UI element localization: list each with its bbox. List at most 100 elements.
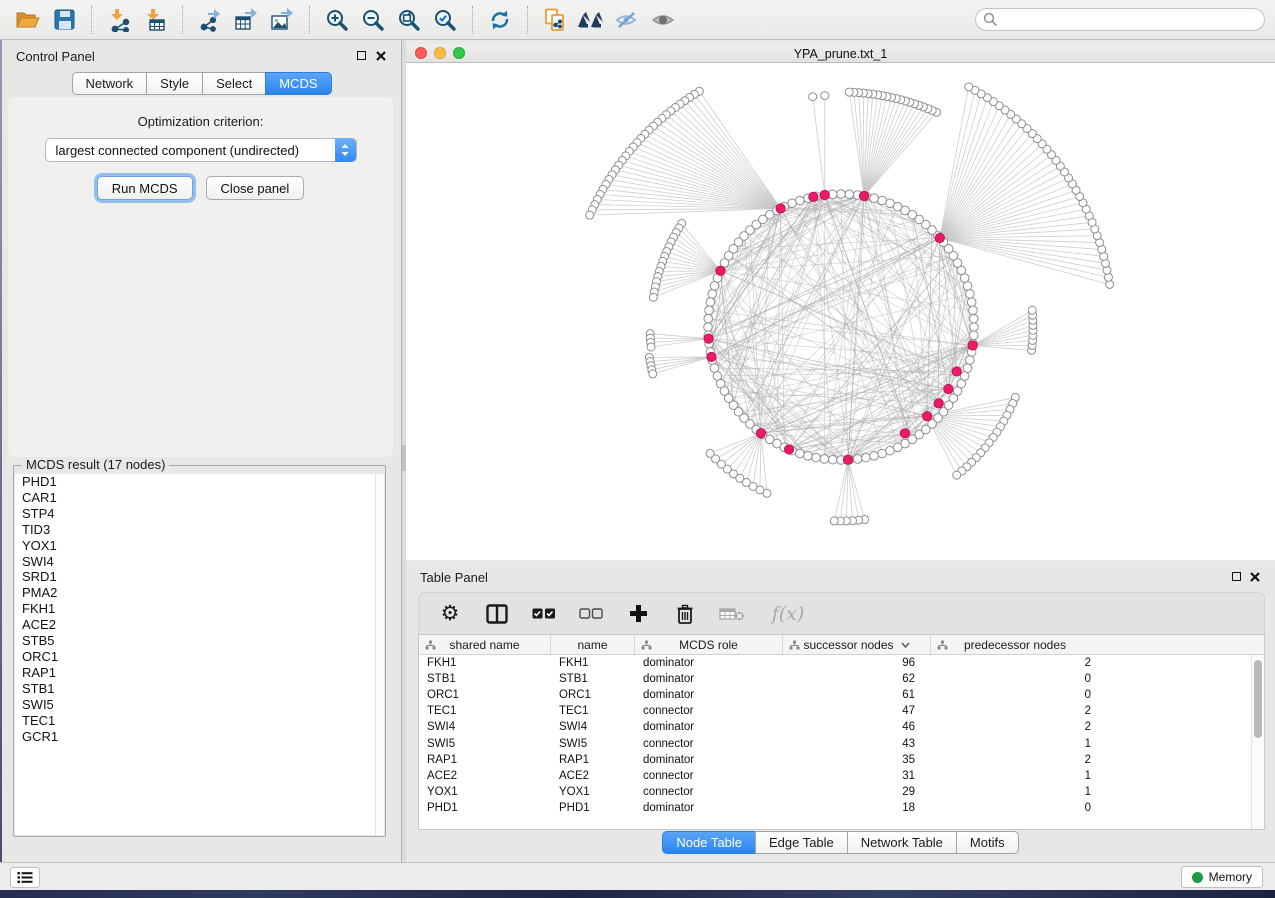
status-bar: Memory (0, 862, 1275, 890)
mcds-result-list[interactable]: PHD1CAR1STP4TID3YOX1SWI4SRD1PMA2FKH1ACE2… (15, 474, 384, 835)
tab-edge-table[interactable]: Edge Table (755, 831, 848, 854)
mcds-result-item[interactable]: SRD1 (15, 569, 384, 585)
zoom-fit-icon (397, 8, 421, 32)
mcds-result-item[interactable]: CAR1 (15, 490, 384, 506)
show-all-button[interactable] (645, 4, 681, 36)
save-session-button[interactable] (46, 4, 82, 36)
create-column-button[interactable] (625, 599, 651, 629)
mcds-result-title: MCDS result (17 nodes) (22, 457, 169, 472)
table-row[interactable]: TEC1TEC1connector472 (419, 703, 1251, 719)
main-toolbar (0, 0, 1275, 40)
column-header-mcds-role[interactable]: MCDS role (635, 635, 783, 654)
zoom-selected-button[interactable] (427, 4, 463, 36)
run-mcds-button[interactable]: Run MCDS (97, 176, 193, 200)
network-window-title: YPA_prune.txt_1 (406, 47, 1275, 61)
import-network-file-button[interactable] (101, 4, 137, 36)
mcds-result-item[interactable]: STP4 (15, 506, 384, 522)
export-image-button[interactable] (264, 4, 300, 36)
memory-label: Memory (1209, 870, 1252, 884)
mcds-result-item[interactable]: PHD1 (15, 474, 384, 490)
table-cell: 0 (931, 673, 1099, 685)
mcds-result-item[interactable]: SWI5 (15, 697, 384, 713)
table-cell: dominator (635, 802, 783, 814)
zoom-out-button[interactable] (355, 4, 391, 36)
tab-mcds[interactable]: MCDS (265, 72, 331, 95)
close-panel-icon[interactable] (1250, 572, 1260, 582)
network-window-titlebar[interactable]: YPA_prune.txt_1 (406, 44, 1275, 63)
optimization-criterion-label: Optimization criterion: (138, 114, 264, 129)
mcds-result-item[interactable]: STB1 (15, 681, 384, 697)
apply-layout-button[interactable] (482, 4, 518, 36)
zoom-in-button[interactable] (319, 4, 355, 36)
open-file-button[interactable] (10, 4, 46, 36)
tab-style[interactable]: Style (146, 72, 203, 95)
table-row[interactable]: SWI4SWI4dominator462 (419, 719, 1251, 735)
control-panel-title: Control Panel (16, 49, 95, 64)
column-header-successor-nodes[interactable]: successor nodes (783, 635, 931, 654)
import-table-file-button[interactable] (137, 4, 173, 36)
network-view-canvas[interactable] (406, 63, 1275, 560)
column-header-shared-name[interactable]: shared name (419, 635, 551, 654)
export-table-button[interactable] (228, 4, 264, 36)
memory-button[interactable]: Memory (1181, 866, 1263, 888)
eye-icon (650, 10, 676, 30)
function-builder-button[interactable]: f(x) (766, 599, 810, 629)
mcds-result-item[interactable]: STB5 (15, 633, 384, 649)
table-row[interactable]: RAP1RAP1dominator352 (419, 752, 1251, 768)
tab-motifs[interactable]: Motifs (956, 831, 1019, 854)
table-cell: 1 (931, 786, 1099, 798)
table-row[interactable]: FKH1FKH1dominator962 (419, 655, 1251, 671)
table-mode-button[interactable]: ⚙ (437, 599, 463, 629)
clone-network-button[interactable] (537, 4, 573, 36)
table-cell: 29 (783, 786, 931, 798)
tab-network-table[interactable]: Network Table (847, 831, 957, 854)
zoom-fit-button[interactable] (391, 4, 427, 36)
mcds-result-item[interactable]: PMA2 (15, 585, 384, 601)
table-scrollbar[interactable] (1251, 655, 1264, 829)
table-row[interactable]: STB1STB1dominator620 (419, 671, 1251, 687)
mcds-result-item[interactable]: GCR1 (15, 729, 384, 745)
mcds-result-item[interactable]: FKH1 (15, 601, 384, 617)
mcds-list-scrollbar[interactable] (375, 474, 384, 835)
tab-node-table[interactable]: Node Table (662, 831, 756, 854)
search-input[interactable] (975, 8, 1265, 31)
hide-selected-button[interactable] (609, 4, 645, 36)
close-panel-button[interactable]: Close panel (206, 176, 305, 200)
column-header-name[interactable]: name (551, 635, 635, 654)
column-header-predecessor-nodes[interactable]: predecessor nodes (931, 635, 1099, 654)
network-graph[interactable] (406, 63, 1275, 560)
criterion-select[interactable]: largest connected component (undirected) (45, 138, 357, 162)
table-cell: RAP1 (551, 754, 635, 766)
mcds-tab-panel: Optimization criterion: largest connecte… (8, 97, 393, 457)
close-panel-icon[interactable] (376, 51, 386, 61)
save-icon (54, 9, 75, 30)
mcds-result-item[interactable]: ORC1 (15, 649, 384, 665)
table-cell: 35 (783, 754, 931, 766)
delete-table-button[interactable] (719, 599, 745, 629)
tab-select[interactable]: Select (202, 72, 266, 95)
float-panel-icon[interactable] (1232, 572, 1241, 581)
deselect-all-columns-button[interactable] (578, 599, 604, 629)
show-task-history-button[interactable] (10, 867, 40, 888)
table-row[interactable]: SWI5SWI5connector431 (419, 735, 1251, 751)
delete-column-button[interactable] (672, 599, 698, 629)
mcds-result-item[interactable]: RAP1 (15, 665, 384, 681)
mcds-result-item[interactable]: TID3 (15, 522, 384, 538)
table-row[interactable]: YOX1YOX1connector291 (419, 784, 1251, 800)
table-row[interactable]: PHD1PHD1dominator180 (419, 800, 1251, 816)
mcds-result-item[interactable]: YOX1 (15, 538, 384, 554)
table-scrollbar-thumb[interactable] (1254, 660, 1262, 738)
select-all-columns-button[interactable] (531, 599, 557, 629)
memory-status-icon (1192, 872, 1203, 883)
tab-network[interactable]: Network (71, 72, 147, 95)
mcds-result-item[interactable]: TEC1 (15, 713, 384, 729)
mcds-result-item[interactable]: ACE2 (15, 617, 384, 633)
table-cell: dominator (635, 721, 783, 733)
table-row[interactable]: ORC1ORC1dominator610 (419, 687, 1251, 703)
export-network-button[interactable] (192, 4, 228, 36)
first-neighbors-button[interactable] (573, 4, 609, 36)
mcds-result-item[interactable]: SWI4 (15, 554, 384, 570)
float-panel-icon[interactable] (357, 51, 366, 60)
show-column-panel-button[interactable] (484, 599, 510, 629)
table-row[interactable]: ACE2ACE2connector311 (419, 768, 1251, 784)
